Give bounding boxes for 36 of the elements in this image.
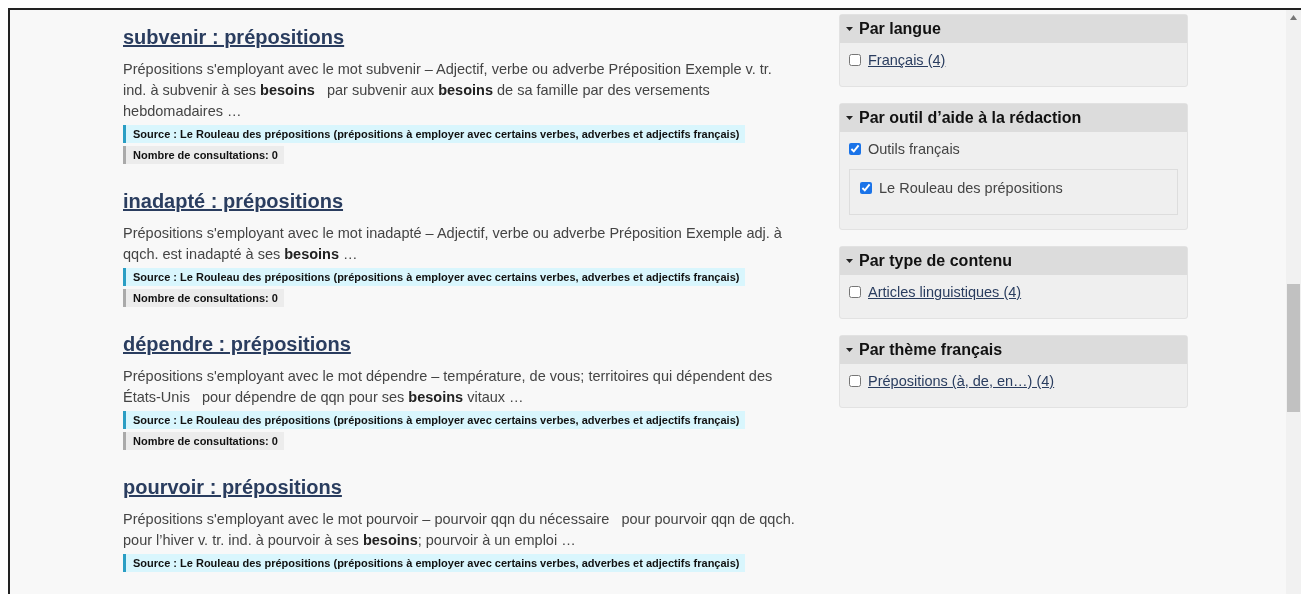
filter-link[interactable]: Français (4) <box>849 52 1178 68</box>
scrollbar[interactable] <box>1286 10 1301 594</box>
result-description: Prépositions s'employant avec le mot dépendre – température, de vous; territoires qui dépendent des États-Unis pour dépendre de qqn pour ses besoins vitaux … <box>123 367 774 407</box>
checkbox[interactable] <box>849 286 861 298</box>
result-description: Prépositions s'employant avec le mot inadapté – Adjectif, verbe ou adverbe Préposition Exemple adj. à qqch. est inadapté à ses besoins … <box>123 224 783 264</box>
caret-icon <box>846 26 853 32</box>
source-label: Source : Le Rouleau des prépositions (prépositions à employer avec certains verbes, adverbes et adjectifs français) <box>123 554 746 572</box>
filter-header[interactable]: Par thème français <box>840 336 1187 364</box>
result-description: Prépositions s'employant avec le mot subvenir – Adjectif, verbe ou adverbe Préposition Exemple v. tr. ind. à subvenir à ses besoins par subvenir aux besoins de sa famille par des versements hebdomadaires … <box>123 60 773 121</box>
caret-icon <box>846 258 853 264</box>
view-count: Nombre de consultations: 0 <box>123 432 284 450</box>
filter-checkbox[interactable]: Outils français <box>849 141 1178 157</box>
checkbox[interactable] <box>849 375 861 387</box>
caret-icon <box>846 115 853 121</box>
caret-icon <box>846 347 853 353</box>
filter-header[interactable]: Par outil d’aide à la rédaction <box>840 104 1187 132</box>
view-count: Nombre de consultations: 0 <box>123 146 284 164</box>
checkbox[interactable] <box>849 54 861 66</box>
scroll-up-icon[interactable] <box>1290 15 1297 20</box>
result-title-link[interactable]: pourvoir : prépositions <box>123 476 342 499</box>
result-description: Prépositions s'employant avec le mot pourvoir – pourvoir qqn du nécessaire pour pourvoir qqn de qqch. pour l’hiver v. tr. ind. à pourvoir à ses besoins; pourvoir à un emploi … <box>123 510 795 550</box>
filter-checkbox[interactable]: Le Rouleau des prépositions <box>860 180 1167 196</box>
source-label: Source : Le Rouleau des prépositions (prépositions à employer avec certains verbes, adverbes et adjectifs français) <box>123 268 746 286</box>
checkbox[interactable] <box>849 143 861 155</box>
checkbox[interactable] <box>860 182 872 194</box>
result-title-link[interactable]: subvenir : prépositions <box>123 26 345 49</box>
filter-link[interactable]: Articles linguistiques (4) <box>849 284 1178 300</box>
source-label: Source : Le Rouleau des prépositions (prépositions à employer avec certains verbes, adverbes et adjectifs français) <box>123 411 746 429</box>
filter-link[interactable]: Prépositions (à, de, en…) (4) <box>849 373 1178 389</box>
view-count: Nombre de consultations: 0 <box>123 289 284 307</box>
filter-header[interactable]: Par langue <box>840 15 1187 43</box>
source-label: Source : Le Rouleau des prépositions (prépositions à employer avec certains verbes, adverbes et adjectifs français) <box>123 125 746 143</box>
scrollbar-thumb[interactable] <box>1287 284 1300 412</box>
result-title-link[interactable]: dépendre : prépositions <box>123 333 351 356</box>
result-title-link[interactable]: inadapté : prépositions <box>123 190 344 213</box>
filter-header[interactable]: Par type de contenu <box>840 247 1187 275</box>
